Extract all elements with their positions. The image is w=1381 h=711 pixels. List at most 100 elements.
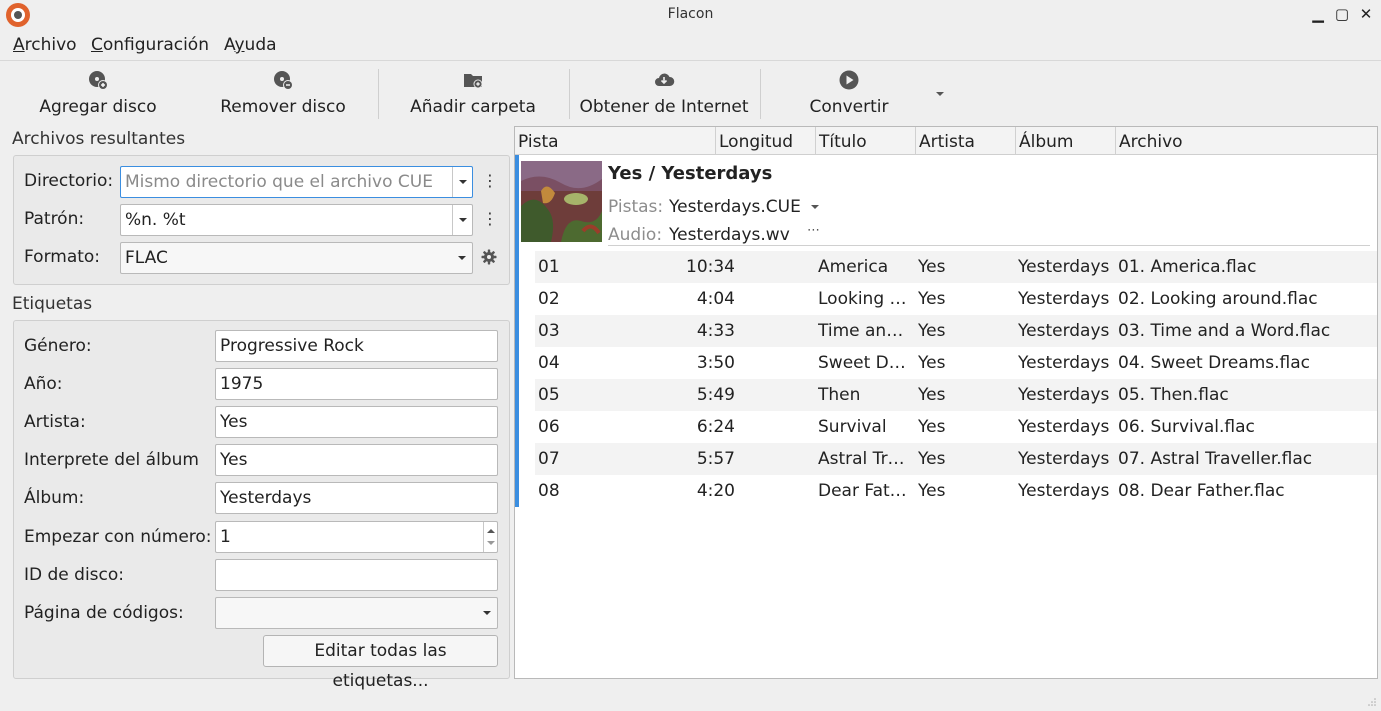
directory-options-icon[interactable]: ⋮ [482,171,498,191]
album-artist-field[interactable]: Yes [215,444,498,476]
pattern-input[interactable]: %n. %t [125,210,186,230]
chevron-down-icon [811,205,820,209]
format-select[interactable]: FLAC [120,242,473,274]
track-file: 04. Sweet Dreams.flac [1118,353,1310,373]
track-file: 02. Looking around.flac [1118,289,1318,309]
tags-section-title: Etiquetas [12,294,93,314]
disc-title: Yes / Yesterdays [608,163,773,184]
audio-file-more-icon[interactable]: ⋯ [807,223,820,238]
tracks-file-label: Pistas: [608,197,664,217]
year-label: Año: [24,374,63,394]
track-number: 08 [538,481,560,501]
column-header-album[interactable]: Álbum [1016,127,1116,155]
chevron-down-icon[interactable] [452,167,472,197]
convert-button[interactable]: Convertir [790,61,908,125]
track-number: 01 [538,257,560,277]
menu-archivo[interactable]: Archivo [13,35,77,55]
track-artist: Yes [918,321,946,341]
codepage-label: Página de códigos: [24,603,184,623]
start-number-stepper[interactable]: 1 [215,521,498,553]
menu-ayuda[interactable]: Ayuda [224,35,277,55]
column-header-file[interactable]: Archivo [1116,127,1377,155]
tracks-file-select[interactable]: Yesterdays.CUE [669,197,820,217]
year-field[interactable]: 1975 [215,368,498,400]
pattern-options-icon[interactable]: ⋮ [482,209,498,229]
add-folder-button[interactable]: Añadir carpeta [405,61,541,125]
format-label: Formato: [24,247,101,267]
disc-id-field[interactable] [215,559,498,591]
track-artist: Yes [918,353,946,373]
minimize-icon[interactable]: ▁ [1309,5,1327,23]
track-number: 05 [538,385,560,405]
table-row[interactable]: 01 10:34 America Yes Yesterdays 01. America.f… [535,251,1377,283]
artist-field[interactable]: Yes [215,406,498,438]
convert-menu-dropdown-icon[interactable] [935,91,945,97]
album-label: Álbum: [24,488,85,508]
toolbar-separator [569,69,570,119]
chevron-down-icon[interactable] [452,205,472,235]
track-title: Then [818,385,861,405]
table-row[interactable]: 06 6:24 Survival Yes Yesterdays 06. Survival.… [535,411,1377,443]
track-artist: Yes [918,417,946,437]
track-title: Looking … [818,289,907,309]
track-length: 3:50 [696,353,735,373]
table-row[interactable]: 07 5:57 Astral Tr… Yes Yesterdays 07. Astral … [535,443,1377,475]
table-row[interactable]: 05 5:49 Then Yes Yesterdays 05. Then.flac [535,379,1377,411]
disc-selection-bar [515,155,519,507]
track-file: 07. Astral Traveller.flac [1118,449,1313,469]
track-album: Yesterdays [1018,289,1110,309]
close-icon[interactable]: ✕ [1357,5,1375,23]
column-header-length[interactable]: Longitud [716,127,816,155]
table-row[interactable]: 03 4:33 Time an… Yes Yesterdays 03. Time and … [535,315,1377,347]
toolbar: Agregar disco Remover disco Añadir carpe… [0,60,1381,124]
remove-disc-button[interactable]: Remover disco [212,61,354,125]
pattern-combo[interactable]: %n. %t [120,204,473,236]
window-title: Flacon [667,6,714,22]
album-field[interactable]: Yesterdays [215,482,498,514]
column-header-title[interactable]: Título [816,127,916,155]
track-artist: Yes [918,481,946,501]
codepage-select[interactable] [215,597,498,629]
folder-add-icon [464,74,483,89]
chevron-down-icon [452,243,472,273]
track-number: 04 [538,353,560,373]
track-album: Yesterdays [1018,385,1110,405]
track-file: 08. Dear Father.flac [1118,481,1285,501]
remove-disc-icon [274,71,293,90]
directory-combo[interactable]: Mismo directorio que el archivo CUE [120,166,473,198]
track-artist: Yes [918,257,946,277]
genre-field[interactable]: Progressive Rock [215,330,498,362]
cloud-download-icon [655,73,675,86]
edit-all-tags-button[interactable]: Editar todas las etiquetas... [263,635,498,691]
track-artist: Yes [918,289,946,309]
disc-separator [608,245,1370,246]
table-row[interactable]: 02 4:04 Looking … Yes Yesterdays 02. Looking … [535,283,1377,315]
decrement-icon[interactable] [487,541,495,545]
maximize-icon[interactable]: ▢ [1333,5,1351,23]
column-header-track[interactable]: Pista [515,127,716,155]
increment-icon[interactable] [487,529,495,533]
directory-input[interactable]: Mismo directorio que el archivo CUE [125,172,433,192]
track-title: Sweet D… [818,353,906,373]
track-length: 10:34 [686,257,735,277]
menu-bar: Archivo Configuración Ayuda [0,31,1381,59]
resize-grip-icon[interactable] [1367,697,1377,707]
track-title: Time an… [818,321,904,341]
table-row[interactable]: 04 3:50 Sweet D… Yes Yesterdays 04. Sweet Dre… [535,347,1377,379]
track-number: 02 [538,289,560,309]
track-list[interactable]: Pista Longitud Título Artista Álbum Arch… [514,126,1378,679]
track-title: America [818,257,889,277]
add-disc-button[interactable]: Agregar disco [30,61,166,125]
track-album: Yesterdays [1018,353,1110,373]
track-length: 5:49 [696,385,735,405]
track-length: 6:24 [696,417,735,437]
pattern-label: Patrón: [24,209,85,229]
menu-configuracion[interactable]: Configuración [91,35,209,55]
table-row[interactable]: 08 4:20 Dear Fat… Yes Yesterdays 08. Dear Fat… [535,475,1377,507]
column-header-artist[interactable]: Artista [916,127,1016,155]
album-cover [521,161,602,242]
get-from-internet-button[interactable]: Obtener de Internet [578,61,750,125]
track-file: 01. America.flac [1118,257,1257,277]
track-file: 06. Survival.flac [1118,417,1255,437]
gear-icon[interactable] [480,248,498,266]
